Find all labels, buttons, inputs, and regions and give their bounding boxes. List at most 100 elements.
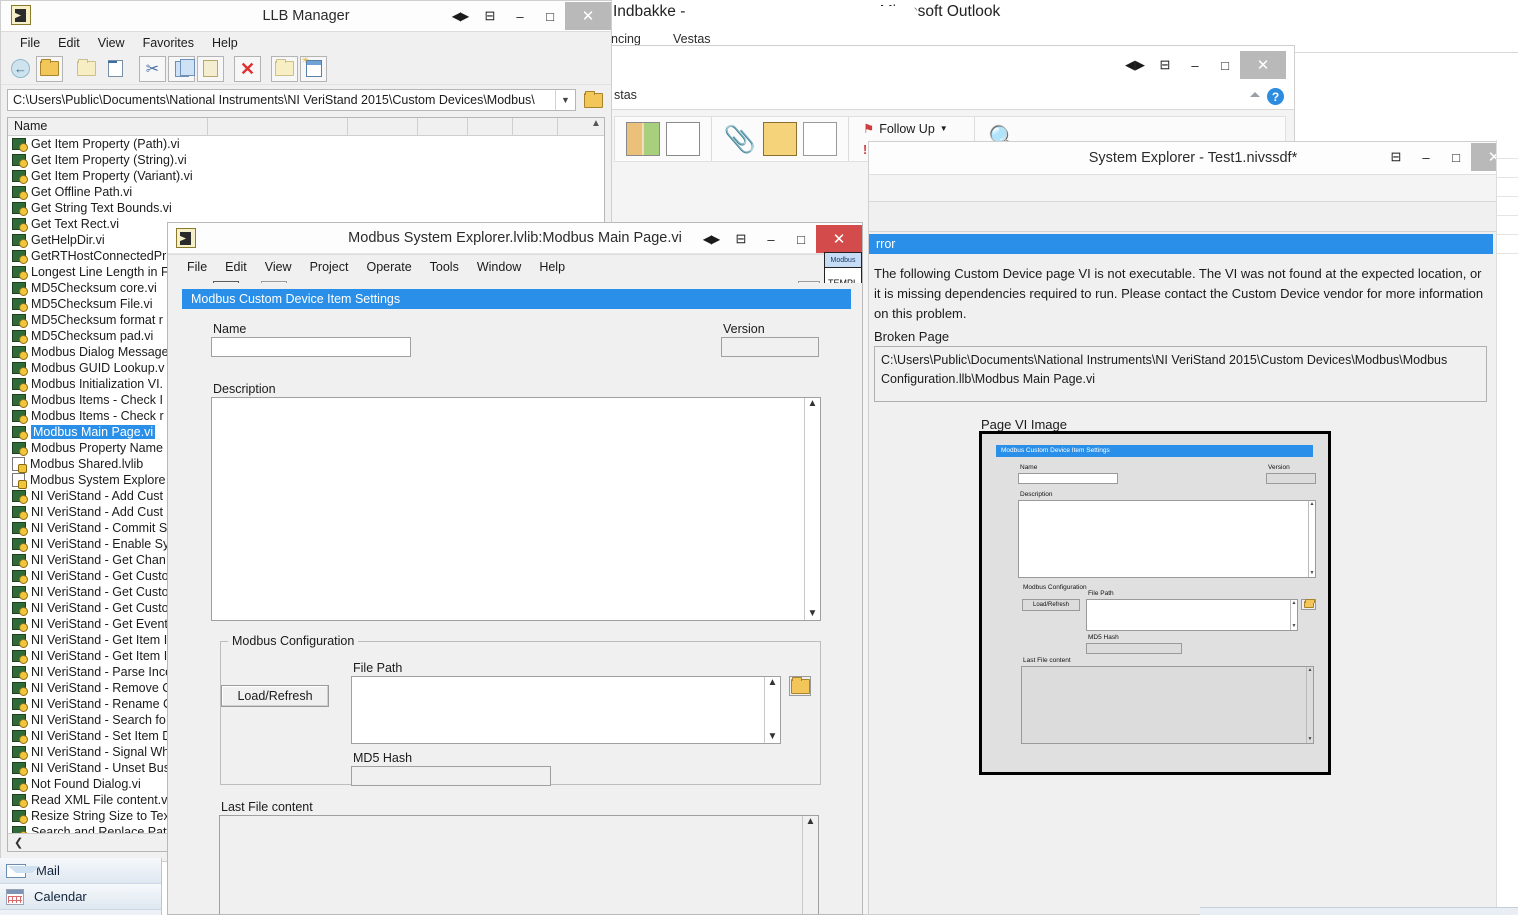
close-button[interactable]: ✕ <box>565 2 611 30</box>
caret-down-icon[interactable]: ▼ <box>808 608 818 620</box>
maximize-button[interactable]: □ <box>1441 143 1471 171</box>
tab-vestas[interactable]: Vestas <box>673 32 711 46</box>
split-window-icon[interactable]: ◀▶ <box>445 2 475 30</box>
tab-financing[interactable]: ncing <box>611 32 641 46</box>
menu-file[interactable]: File <box>11 32 49 54</box>
llb-menubar[interactable]: File Edit View Favorites Help <box>1 31 611 53</box>
maximize-button[interactable]: □ <box>535 2 565 30</box>
maximize-button[interactable]: □ <box>1210 51 1240 79</box>
llb-path-row[interactable]: C:\Users\Public\Documents\National Instr… <box>1 87 611 113</box>
llb-toolbar[interactable]: ← ✂ ✕ <box>1 53 611 85</box>
tab-vestas-mailitem[interactable]: stas <box>614 88 637 102</box>
restore-window-icon[interactable]: ⊟ <box>726 225 756 253</box>
copy-button[interactable] <box>168 55 195 82</box>
chevron-down-icon[interactable]: ▼ <box>940 124 948 133</box>
column-header-5[interactable] <box>468 118 513 135</box>
restore-window-icon[interactable]: ⊟ <box>1381 143 1411 171</box>
caret-up-icon[interactable]: ▲ <box>808 398 818 410</box>
file-path-textarea[interactable]: ▲ ▼ <box>351 676 781 744</box>
path-combobox[interactable]: C:\Users\Public\Documents\National Instr… <box>7 89 576 111</box>
llb-window-controls[interactable]: ◀▶ ⊟ – □ ✕ <box>445 1 611 31</box>
new-folder-button[interactable] <box>73 56 100 82</box>
paste-button[interactable] <box>197 55 224 82</box>
column-header-4[interactable] <box>418 118 468 135</box>
move-file-button[interactable] <box>271 55 298 82</box>
menu-file[interactable]: File <box>178 256 216 278</box>
caret-up-icon[interactable]: ▲ <box>588 118 604 135</box>
caret-down-icon[interactable]: ▼ <box>768 731 778 743</box>
file-path-scrollbar[interactable]: ▲ ▼ <box>764 677 780 743</box>
menu-help[interactable]: Help <box>203 32 247 54</box>
menu-edit[interactable]: Edit <box>216 256 256 278</box>
list-item[interactable]: Get Item Property (Path).vi <box>8 136 604 152</box>
minimize-button[interactable]: – <box>505 2 535 30</box>
list-item[interactable]: Get Item Property (Variant).vi <box>8 168 604 184</box>
modbus-menubar[interactable]: File Edit View Project Operate Tools Win… <box>168 254 862 278</box>
split-window-icon[interactable]: ◀▶ <box>1120 51 1150 79</box>
column-header-2[interactable] <box>208 118 348 135</box>
envelope-icon[interactable] <box>763 122 797 156</box>
load-refresh-button[interactable]: Load/Refresh <box>221 685 329 707</box>
name-input[interactable] <box>211 337 411 357</box>
modbus-main-page-window[interactable]: Modbus System Explorer.lvlib:Modbus Main… <box>167 222 863 915</box>
paperclip-icon[interactable]: 📎 <box>723 122 757 156</box>
column-header-name[interactable]: Name <box>8 118 208 135</box>
new-llb-button[interactable] <box>102 56 129 82</box>
check-names-icon[interactable] <box>666 122 700 156</box>
description-textarea[interactable]: ▲ ▼ <box>211 397 821 621</box>
menu-help[interactable]: Help <box>530 256 574 278</box>
browse-folder-button[interactable] <box>581 89 605 111</box>
new-document-button[interactable] <box>300 55 327 82</box>
cut-button[interactable]: ✂ <box>139 55 166 82</box>
help-icon[interactable]: ? <box>1267 88 1284 105</box>
list-item[interactable]: Get Item Property (String).vi <box>8 152 604 168</box>
list-item[interactable]: Get Offline Path.vi <box>8 184 604 200</box>
chevron-up-icon[interactable] <box>1250 92 1260 97</box>
caret-left-icon[interactable]: ❮ <box>8 836 23 849</box>
minimize-button[interactable]: – <box>1180 51 1210 79</box>
restore-window-icon[interactable]: ⊟ <box>1150 51 1180 79</box>
follow-up-menu[interactable]: ⚑ Follow Up ▼ <box>863 118 966 139</box>
delete-button[interactable]: ✕ <box>234 55 261 82</box>
menu-operate[interactable]: Operate <box>357 256 420 278</box>
mail-item-window-controls[interactable]: ◀▶ ⊟ – □ ✕ <box>1120 50 1286 80</box>
last-file-content-textarea[interactable]: ▲ ▼ <box>219 815 819 914</box>
llb-list-header[interactable]: Name ▲ <box>8 118 604 136</box>
address-book-icon[interactable] <box>626 122 660 156</box>
menu-project[interactable]: Project <box>301 256 358 278</box>
nav-item-calendar[interactable]: Calendar <box>0 884 161 910</box>
column-header-3[interactable] <box>348 118 418 135</box>
caret-up-icon[interactable]: ▲ <box>768 677 778 689</box>
minimize-button[interactable]: – <box>1411 143 1441 171</box>
menu-tools[interactable]: Tools <box>421 256 468 278</box>
windows-taskbar[interactable] <box>1200 907 1518 915</box>
close-button[interactable]: ✕ <box>816 225 862 253</box>
menu-view[interactable]: View <box>89 32 134 54</box>
back-button[interactable]: ← <box>7 56 34 82</box>
list-item[interactable]: Get String Text Bounds.vi <box>8 200 604 216</box>
close-button[interactable]: ✕ <box>1240 51 1286 79</box>
mail-item-tabs[interactable]: stas ? <box>606 84 1294 110</box>
menu-favorites[interactable]: Favorites <box>134 32 203 54</box>
chevron-down-icon[interactable]: ▼ <box>555 90 575 110</box>
signature-icon[interactable] <box>803 122 837 156</box>
open-folder-button[interactable] <box>36 55 63 82</box>
description-scrollbar[interactable]: ▲ ▼ <box>804 398 820 620</box>
caret-up-icon[interactable]: ▲ <box>806 816 816 828</box>
nav-item-mail[interactable]: Mail <box>0 858 161 884</box>
maximize-button[interactable]: □ <box>786 225 816 253</box>
system-explorer-window[interactable]: System Explorer - Test1.nivssdf* ⊟ – □ ✕… <box>868 141 1518 915</box>
menu-edit[interactable]: Edit <box>49 32 89 54</box>
split-window-icon[interactable]: ◀▶ <box>696 225 726 253</box>
file-path-browse-button[interactable] <box>789 676 811 696</box>
minimize-button[interactable]: – <box>756 225 786 253</box>
column-header-6[interactable] <box>513 118 558 135</box>
vi-icon <box>12 698 28 712</box>
path-value[interactable]: C:\Users\Public\Documents\National Instr… <box>8 93 555 107</box>
menu-view[interactable]: View <box>256 256 301 278</box>
last-file-scrollbar[interactable]: ▲ ▼ <box>802 816 818 914</box>
modbus-window-controls[interactable]: ◀▶ ⊟ – □ ✕ <box>696 224 862 254</box>
outlook-navigation-pane[interactable]: Mail Calendar <box>0 858 162 915</box>
restore-window-icon[interactable]: ⊟ <box>475 2 505 30</box>
menu-window[interactable]: Window <box>468 256 530 278</box>
